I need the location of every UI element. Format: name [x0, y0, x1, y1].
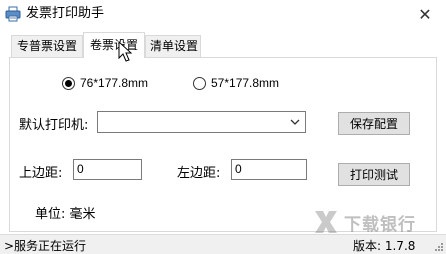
left-margin-input[interactable]: 0: [231, 159, 307, 180]
unit-label: 单位: 毫米: [35, 207, 96, 222]
resize-grip-icon[interactable]: [434, 242, 444, 252]
printer-icon: [5, 6, 21, 22]
service-status-text: >服务正在运行: [4, 239, 87, 253]
print-test-button[interactable]: 打印测试: [338, 163, 410, 186]
chevron-down-icon: [290, 119, 300, 125]
top-margin-label: 上边距:: [19, 166, 63, 181]
close-icon: ✕: [418, 4, 432, 24]
title-bar: 发票打印助手 ✕: [0, 0, 446, 30]
left-margin-label: 左边距:: [177, 166, 221, 181]
default-printer-label: 默认打印机:: [19, 118, 89, 133]
save-config-button[interactable]: 保存配置: [338, 112, 410, 135]
top-margin-input[interactable]: 0: [73, 159, 142, 180]
radio-unchecked-icon: [193, 76, 206, 90]
radio-checked-icon: [62, 76, 75, 90]
tab-special-invoice-settings[interactable]: 专普票设置: [11, 35, 83, 57]
default-printer-select[interactable]: [97, 111, 306, 133]
tab-list-settings[interactable]: 清单设置: [145, 35, 201, 57]
close-button[interactable]: ✕: [408, 2, 442, 26]
paper-size-57-label: 57*177.8mm: [211, 76, 280, 90]
version-text: 版本: 1.7.8: [353, 239, 416, 253]
paper-size-76-label: 76*177.8mm: [80, 76, 149, 90]
status-bar: >服务正在运行 版本: 1.7.8: [0, 234, 446, 254]
tab-roll-invoice-settings[interactable]: 卷票设置: [83, 32, 145, 58]
window-title: 发票打印助手: [26, 6, 105, 21]
paper-size-76-radio[interactable]: 76*177.8mm: [62, 76, 148, 90]
paper-size-57-radio[interactable]: 57*177.8mm: [193, 76, 279, 90]
